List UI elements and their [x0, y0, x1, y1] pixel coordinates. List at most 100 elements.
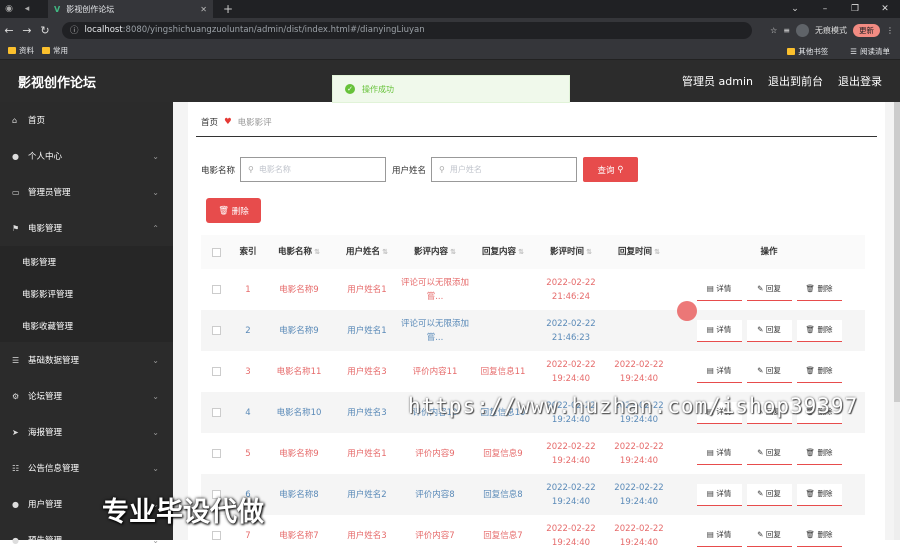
reload-icon[interactable]: ↻	[36, 24, 54, 37]
maximize-icon[interactable]: ❐	[840, 0, 870, 18]
incognito-icon	[796, 23, 809, 37]
sidebar-item[interactable]: ● 个人中心 ⌄	[0, 138, 173, 174]
current-user: 管理员 admin	[682, 75, 753, 88]
select-all-checkbox[interactable]	[211, 247, 221, 257]
sidebar-item[interactable]: ☰ 基础数据管理 ⌄	[0, 342, 173, 378]
bookmarks-bar: 资料 常用 其他书签 ☰ 阅读清单	[0, 42, 900, 60]
reply-button[interactable]: ✎ 回复	[746, 278, 792, 301]
batch-delete-button[interactable]: 🗑 删除	[206, 198, 261, 223]
sidebar-item[interactable]: ▭ 管理员管理 ⌄	[0, 174, 173, 210]
vue-logo-icon: V	[54, 4, 61, 14]
bookmark-folder[interactable]: 常用	[42, 45, 68, 56]
row-checkbox[interactable]	[211, 449, 221, 458]
reply-button[interactable]: ✎ 回复	[746, 483, 792, 506]
reply-button[interactable]: ✎ 回复	[746, 319, 792, 342]
reading-list-icon[interactable]: ≡	[783, 26, 790, 35]
browser-menu-icon[interactable]: ◉	[0, 0, 18, 18]
delete-button[interactable]: 🗑 删除	[796, 360, 842, 383]
cell-reply: 回复信息8	[483, 489, 523, 500]
scrollbar-thumb[interactable]	[894, 102, 900, 402]
home-icon: ⌂	[12, 115, 18, 125]
star-icon[interactable]: ☆	[770, 26, 777, 35]
detail-button[interactable]: ▤ 详情	[696, 278, 742, 301]
row-checkbox[interactable]	[211, 285, 221, 294]
update-button[interactable]: 更新	[853, 23, 880, 37]
folder-icon	[8, 47, 16, 54]
col-content[interactable]: 影评内容 ⇅	[401, 245, 469, 259]
back-icon[interactable]: ←	[0, 24, 18, 37]
cell-reply-time: 2022-02-22 19:24:40	[614, 359, 664, 384]
cell-user: 用户姓名3	[347, 407, 387, 418]
col-movie[interactable]: 电影名称 ⇅	[265, 245, 333, 259]
col-time[interactable]: 影评时间 ⇅	[537, 245, 605, 259]
sidebar-item[interactable]: ⚑ 电影管理 ⌃	[0, 210, 173, 246]
reply-button[interactable]: ✎ 回复	[746, 524, 792, 547]
reading-list[interactable]: ☰ 阅读清单	[850, 46, 890, 57]
movie-name-input[interactable]: ⚲ 电影名称	[240, 157, 387, 182]
detail-button[interactable]: ▤ 详情	[696, 524, 742, 547]
cell-reply: 回复信息9	[483, 448, 523, 459]
other-bookmarks[interactable]: 其他书签	[787, 46, 828, 57]
user-name-input[interactable]: ⚲ 用户姓名	[431, 157, 578, 182]
col-actions: 操作	[760, 247, 778, 257]
watermark-caption: 专业毕设代做	[102, 497, 264, 528]
cell-content: 评价内容9	[415, 448, 455, 459]
site-info-icon[interactable]: ⓘ	[70, 24, 79, 36]
reply-button[interactable]: ✎ 回复	[746, 360, 792, 383]
cell-movie: 电影名称7	[279, 530, 319, 541]
close-window-icon[interactable]: ✕	[870, 0, 900, 18]
delete-button[interactable]: 🗑 删除	[796, 319, 842, 342]
detail-button[interactable]: ▤ 详情	[696, 442, 742, 465]
row-checkbox[interactable]	[211, 326, 221, 335]
folder-icon	[787, 47, 796, 55]
close-tab-icon[interactable]: ✕	[200, 5, 207, 14]
chevron-icon: ⌄	[152, 463, 159, 473]
scrollbar[interactable]	[894, 102, 900, 540]
detail-button[interactable]: ▤ 详情	[696, 319, 742, 342]
detail-button[interactable]: ▤ 详情	[696, 483, 742, 506]
exit-to-front-link[interactable]: 退出到前台	[768, 73, 823, 89]
row-checkbox[interactable]	[211, 531, 221, 540]
delete-button[interactable]: 🗑 删除	[796, 442, 842, 465]
sidebar-subitem[interactable]: 电影管理	[0, 246, 173, 278]
sidebar-item[interactable]: ⌂ 首页	[0, 102, 173, 138]
col-reply-time[interactable]: 回复时间 ⇅	[605, 245, 673, 259]
table-row: 3 电影名称11 用户姓名3 评价内容11 回复信息11 2022-02-22 …	[201, 351, 865, 392]
col-user[interactable]: 用户姓名 ⇅	[333, 245, 401, 259]
col-reply[interactable]: 回复内容 ⇅	[469, 245, 537, 259]
delete-button[interactable]: 🗑 删除	[796, 278, 842, 301]
minimize-icon[interactable]: –	[810, 0, 840, 18]
sort-icon: ⇅	[314, 248, 320, 256]
new-tab-icon[interactable]: +	[223, 2, 233, 16]
cell-index: 2	[245, 325, 251, 336]
search-icon: ⚲	[248, 165, 254, 174]
cell-index: 3	[245, 366, 251, 377]
bookmark-folder[interactable]: 资料	[8, 45, 34, 56]
row-checkbox[interactable]	[211, 367, 221, 376]
logout-link[interactable]: 退出登录	[838, 73, 882, 89]
reply-icon: ✎	[757, 284, 764, 293]
delete-button[interactable]: 🗑 删除	[796, 524, 842, 547]
tab-search-icon[interactable]: ⌄	[780, 0, 810, 18]
sidebar-subitem[interactable]: 电影收藏管理	[0, 310, 173, 342]
user-icon: ●	[12, 151, 19, 161]
breadcrumb: 首页 ♥ 电影影评	[201, 116, 272, 128]
cell-time: 2022-02-22 21:46:23	[546, 318, 596, 343]
sidebar-item[interactable]: ⚙ 论坛管理 ⌄	[0, 378, 173, 414]
row-checkbox[interactable]	[211, 408, 221, 417]
browser-tab[interactable]: V 影视创作论坛 ✕	[48, 0, 213, 18]
breadcrumb-home[interactable]: 首页	[201, 116, 218, 128]
toast-message: 操作成功	[362, 84, 394, 94]
sidebar-item[interactable]: ☷ 公告信息管理 ⌄	[0, 450, 173, 486]
forward-icon[interactable]: →	[18, 24, 36, 37]
reply-button[interactable]: ✎ 回复	[746, 442, 792, 465]
reply-icon: ✎	[757, 325, 764, 334]
url-field[interactable]: ⓘ localhost :8080/yingshichuangzuoluntan…	[62, 21, 752, 39]
sidebar-subitem[interactable]: 电影影评管理	[0, 278, 173, 310]
query-button[interactable]: 查询 ⚲	[583, 157, 639, 182]
delete-button[interactable]: 🗑 删除	[796, 483, 842, 506]
sidebar-item[interactable]: ➤ 海报管理 ⌄	[0, 414, 173, 450]
menu-dots-icon[interactable]: ⋮	[886, 26, 894, 35]
detail-button[interactable]: ▤ 详情	[696, 360, 742, 383]
audio-icon[interactable]: ◂	[18, 0, 36, 18]
